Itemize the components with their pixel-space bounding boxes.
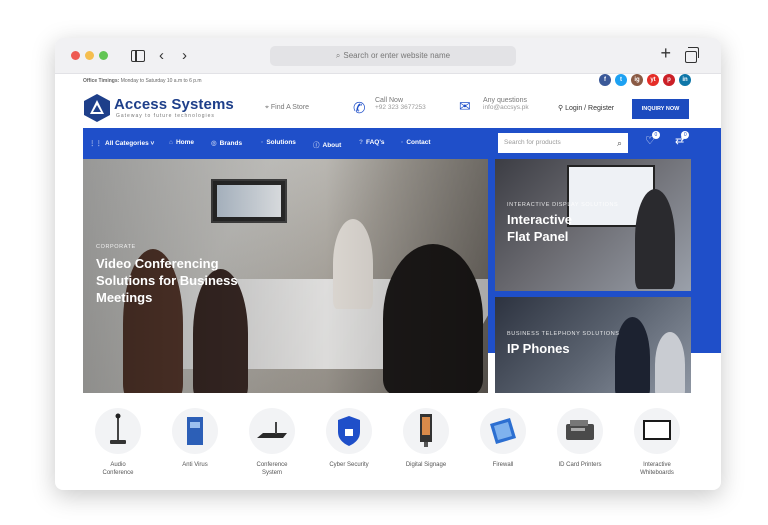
whiteboard-icon xyxy=(634,408,680,454)
user-icon: ⚲ xyxy=(558,105,564,112)
twitter-icon[interactable]: t xyxy=(615,74,627,86)
conference-unit-icon xyxy=(249,408,295,454)
inquiry-now-button[interactable]: INQUIRY NOW xyxy=(632,99,689,119)
hero-main-caption: CORPORATE Video Conferencing Solutions f… xyxy=(96,244,238,306)
nav-home[interactable]: ⌂ Home xyxy=(169,139,194,146)
category-audio-conference[interactable]: Audio Conference xyxy=(83,400,153,477)
email-info[interactable]: ✉ Any questions info@accsys.pk xyxy=(459,97,529,114)
phone-icon: ✆ xyxy=(353,100,366,117)
category-digital-signage[interactable]: Digital Signage xyxy=(391,400,461,469)
home-icon: ⌂ xyxy=(169,139,173,146)
instagram-icon[interactable]: ig xyxy=(631,74,643,86)
antivirus-box-icon xyxy=(172,408,218,454)
category-id-card-printers[interactable]: ID Card Printers xyxy=(545,400,615,469)
pinterest-icon[interactable]: p xyxy=(663,74,675,86)
hero-main-title-line-2: Solutions for Business xyxy=(96,273,238,288)
maximize-window-button[interactable] xyxy=(99,51,108,60)
product-search-input[interactable]: Search for products ⌕ xyxy=(498,133,628,153)
top-info-bar: Office Timings: Monday to Saturday 10 a.… xyxy=(55,74,721,90)
compare-icon[interactable]: ⇄ 0 xyxy=(675,131,690,147)
hero-ip-phones-caption: BUSINESS TELEPHONY SOLUTIONS IP Phones xyxy=(507,331,620,356)
all-categories-dropdown[interactable]: ⋮⋮ All Categories ˅ xyxy=(89,139,154,147)
logo-text[interactable]: Access Systems Gateway to future technol… xyxy=(114,96,234,119)
mail-icon: ✉ xyxy=(459,98,471,114)
card-printer-icon xyxy=(557,408,603,454)
category-conference-system[interactable]: Conference System xyxy=(237,400,307,477)
wishlist-count-badge: 0 xyxy=(651,131,660,139)
brands-icon: ◎ xyxy=(211,140,217,147)
contact-icon: ◦ xyxy=(401,139,404,146)
youtube-icon[interactable]: yt xyxy=(647,74,659,86)
hero-flat-panel-caption: INTERACTIVE DISPLAY SOLUTIONS Interactiv… xyxy=(507,202,619,244)
question-icon: ? xyxy=(359,139,363,146)
hero-main-title-line-1: Video Conferencing xyxy=(96,256,219,271)
logo-tagline: Gateway to future technologies xyxy=(116,113,215,119)
access-systems-logo-icon[interactable] xyxy=(83,93,111,123)
new-tab-icon[interactable]: + xyxy=(660,43,671,63)
shield-icon xyxy=(326,408,372,454)
hero-main-banner[interactable]: CORPORATE Video Conferencing Solutions f… xyxy=(83,159,488,393)
microphone-icon xyxy=(95,408,141,454)
login-register-link[interactable]: ⚲ Login / Register xyxy=(558,104,614,112)
nav-contact[interactable]: ◦ Contact xyxy=(401,139,431,146)
sidebar-toggle-icon[interactable] xyxy=(131,50,145,62)
nav-brands[interactable]: ◎ Brands xyxy=(211,139,242,147)
grid-icon: ⋮⋮ xyxy=(89,140,102,147)
nav-about[interactable]: ⓘ About xyxy=(313,139,341,149)
search-icon[interactable]: ⌕ xyxy=(617,133,622,153)
forward-arrow-icon[interactable]: › xyxy=(182,46,187,66)
find-store-link[interactable]: ⌖ Find A Store xyxy=(265,104,309,112)
wishlist-icon[interactable]: ♡ 0 xyxy=(645,131,660,147)
linkedin-icon[interactable]: in xyxy=(679,74,691,86)
person-image xyxy=(635,189,675,289)
category-anti-virus[interactable]: Anti Virus xyxy=(160,400,230,469)
site-header: Access Systems Gateway to future technol… xyxy=(55,90,721,128)
nav-faqs[interactable]: ? FAQ's xyxy=(359,139,385,146)
call-now-info[interactable]: ✆ Call Now +92 323 3677253 xyxy=(353,97,426,117)
signage-kiosk-icon xyxy=(403,408,449,454)
hero-flat-panel-banner[interactable]: INTERACTIVE DISPLAY SOLUTIONS Interactiv… xyxy=(495,159,691,291)
office-timings: Office Timings: Monday to Saturday 10 a.… xyxy=(83,78,202,84)
minimize-window-button[interactable] xyxy=(85,51,94,60)
browser-window: ‹ › ⌕ Search or enter website name + Offi… xyxy=(55,38,721,490)
category-interactive-whiteboards[interactable]: Interactive Whiteboards xyxy=(622,400,692,477)
location-pin-icon: ⌖ xyxy=(265,104,269,111)
nav-solutions[interactable]: ◦ Solutions xyxy=(261,139,296,146)
person-image xyxy=(615,317,650,393)
back-arrow-icon[interactable]: ‹ xyxy=(159,46,164,66)
category-cyber-security[interactable]: Cyber Security xyxy=(314,400,384,469)
address-bar[interactable]: ⌕ Search or enter website name xyxy=(270,46,516,66)
chevron-down-icon: ˅ xyxy=(150,140,155,147)
person-image xyxy=(655,332,685,393)
logo-name: Access Systems xyxy=(114,96,234,113)
search-icon: ⌕ xyxy=(335,51,341,60)
hero-main-title-line-3: Meetings xyxy=(96,290,153,305)
category-firewall[interactable]: Firewall xyxy=(468,400,538,469)
solutions-icon: ◦ xyxy=(261,139,264,146)
close-window-button[interactable] xyxy=(71,51,80,60)
info-icon: ⓘ xyxy=(313,142,320,149)
hero-ip-phones-banner[interactable]: BUSINESS TELEPHONY SOLUTIONS IP Phones xyxy=(495,297,691,393)
address-placeholder: Search or enter website name xyxy=(343,51,451,60)
social-links: f t ig yt p in xyxy=(599,74,691,86)
tabs-overview-icon[interactable] xyxy=(685,47,699,63)
browser-toolbar: ‹ › ⌕ Search or enter website name + xyxy=(55,38,721,74)
facebook-icon[interactable]: f xyxy=(599,74,611,86)
category-row: Audio Conference Anti Virus Conference Sys… xyxy=(83,400,693,490)
main-navigation: ⋮⋮ All Categories ˅ ⌂ Home ◎ Brands ◦ Soluti… xyxy=(83,128,721,159)
hero-main-tag: CORPORATE xyxy=(96,244,136,250)
compare-count-badge: 0 xyxy=(681,131,690,139)
firewall-icon xyxy=(480,408,526,454)
